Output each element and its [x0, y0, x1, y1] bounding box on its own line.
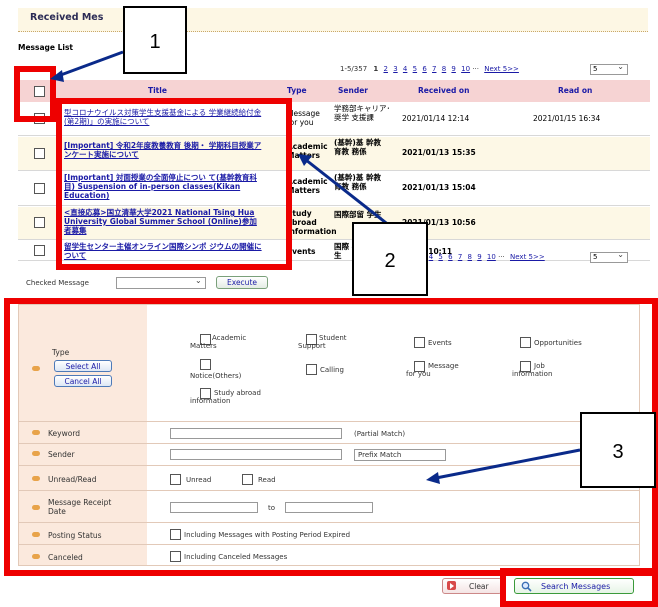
annotation-arrows [50, 50, 581, 484]
callout-2: 2 [352, 222, 428, 296]
arrow-1 [57, 50, 124, 78]
arrow-2 [305, 158, 391, 228]
callout-1: 1 [123, 6, 187, 74]
arrow-3-head [426, 472, 440, 484]
callout-3: 3 [580, 412, 656, 488]
arrow-1-head [50, 70, 64, 82]
arrow-3 [435, 448, 581, 480]
